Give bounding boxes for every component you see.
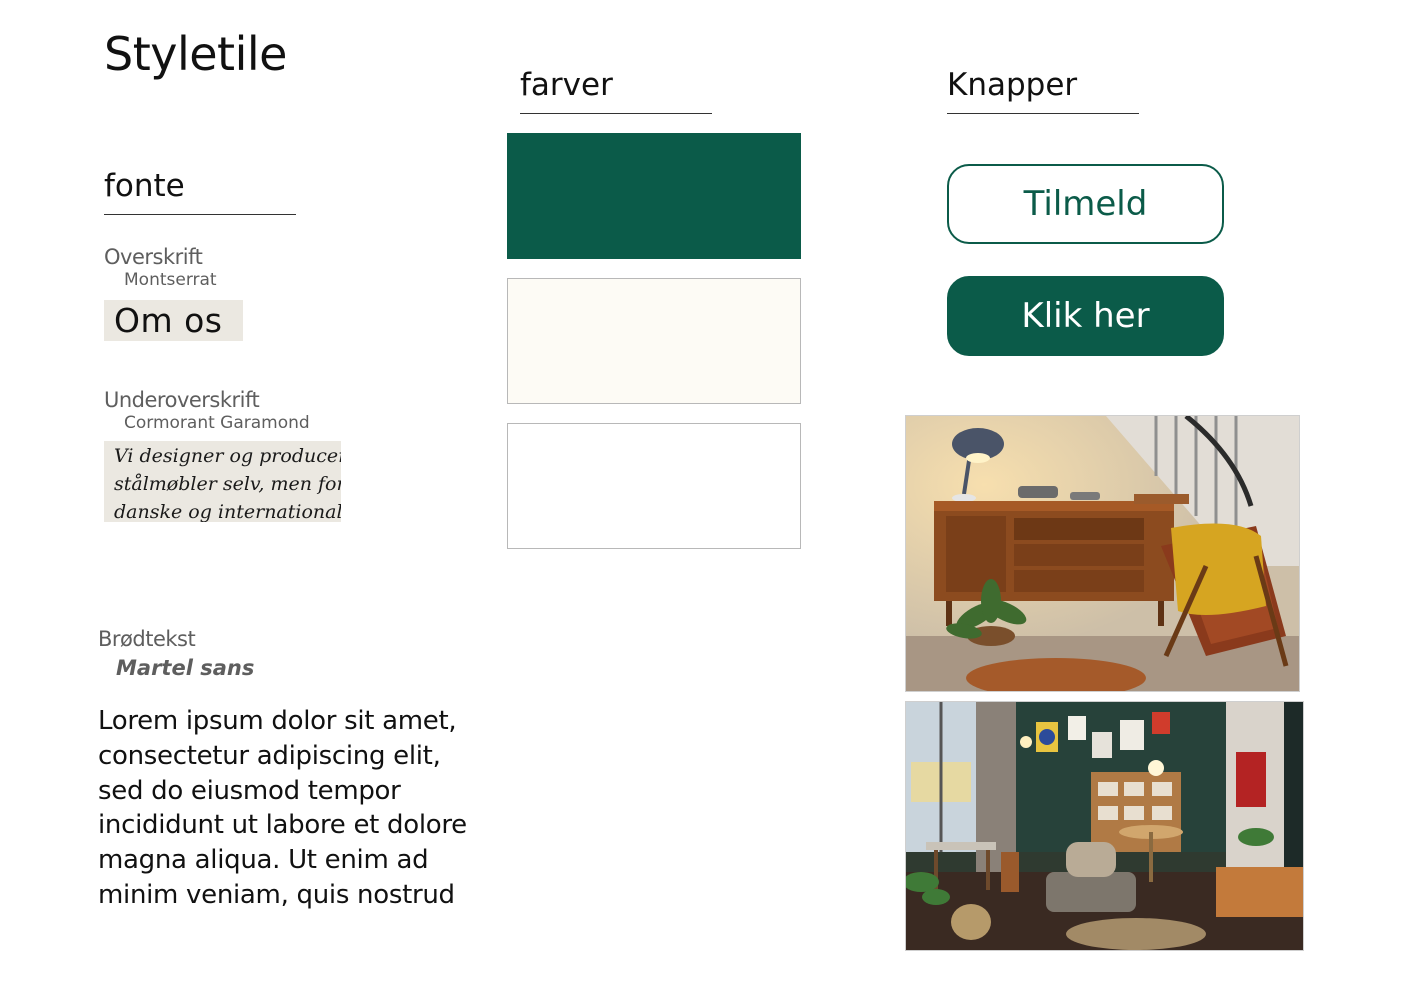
klik-her-button-label: Klik her (1021, 296, 1150, 336)
underoverskrift-label: Underoverskrift (104, 388, 260, 412)
color-swatch-cream (507, 278, 801, 404)
klik-her-button[interactable]: Klik her (947, 276, 1224, 356)
colors-heading: farver (520, 67, 613, 103)
brodtekst-sample-line: magna aliqua. Ut enim ad (98, 845, 429, 876)
underoverskrift-sample: Vi designer og producerer i stålmøbler s… (104, 441, 341, 522)
brodtekst-sample-line: incididunt ut labore et dolore (98, 810, 467, 841)
brodtekst-sample-line: Lorem ipsum dolor sit amet, (98, 706, 457, 736)
tilmeld-button[interactable]: Tilmeld (947, 164, 1224, 244)
underoverskrift-sample-line: danske og internationale b (114, 501, 341, 522)
shop-interior-photo (905, 701, 1304, 951)
underoverskrift-sample-line: stålmøbler selv, men forha (114, 473, 341, 495)
overskrift-label: Overskrift (104, 245, 203, 269)
overskrift-font-name: Montserrat (124, 270, 217, 290)
color-swatch-white (507, 423, 801, 549)
colors-heading-rule (520, 113, 712, 114)
brodtekst-sample-line: minim veniam, quis nostrud (98, 879, 455, 910)
living-room-sideboard-photo (905, 415, 1300, 692)
living-room-illustration (906, 416, 1299, 691)
brodtekst-sample-line: consectetur adipiscing elit, (98, 740, 441, 771)
page-title: Styletile (104, 27, 287, 81)
fonts-heading: fonte (104, 168, 185, 204)
color-swatch-green (507, 133, 801, 259)
brodtekst-sample-line: sed do eiusmod tempor (98, 775, 401, 806)
fonts-heading-rule (104, 214, 296, 215)
brodtekst-label: Brødtekst (98, 627, 196, 651)
buttons-heading: Knapper (947, 67, 1078, 103)
underoverskrift-font-name: Cormorant Garamond (124, 413, 310, 433)
shop-interior-illustration (906, 702, 1303, 950)
overskrift-sample: Om os (104, 300, 243, 341)
tilmeld-button-label: Tilmeld (1023, 184, 1148, 224)
brodtekst-font-name: Martel sans (116, 656, 255, 680)
buttons-heading-rule (947, 113, 1139, 114)
brodtekst-sample: Lorem ipsum dolor sit amet, consectetur … (98, 704, 498, 913)
underoverskrift-sample-line: Vi designer og producerer i (114, 445, 341, 467)
